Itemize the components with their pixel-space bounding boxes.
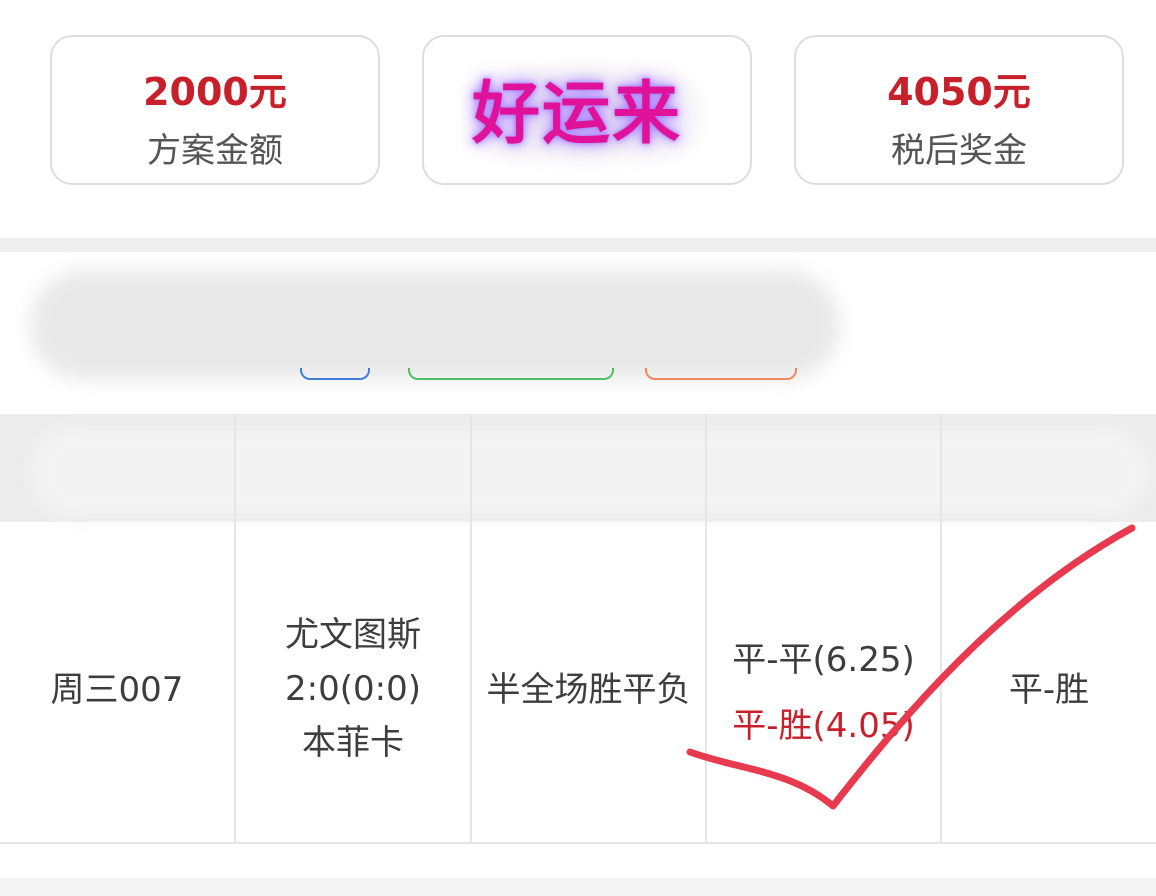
check-mark-icon	[686, 524, 1136, 810]
